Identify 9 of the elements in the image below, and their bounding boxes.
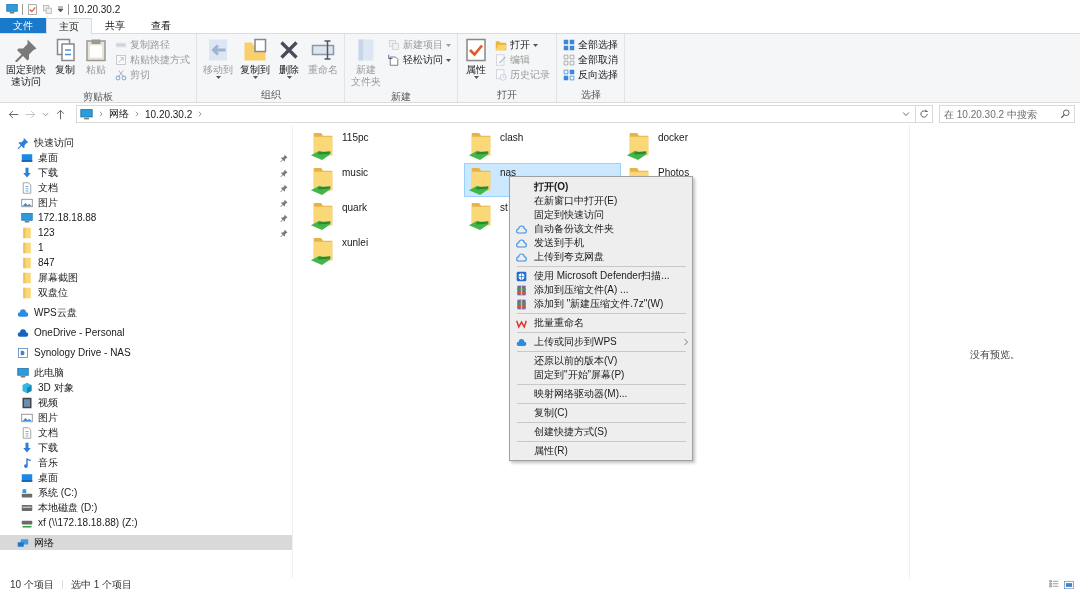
window-title: 10.20.30.2 — [73, 3, 121, 15]
group-label: 组织 — [259, 88, 282, 102]
preview-message: 没有预览。 — [970, 347, 1020, 362]
item-count: 10 个项目 — [10, 578, 54, 589]
group-label: 新建 — [390, 90, 412, 104]
selection-count: 选中 1 个项目 — [70, 578, 133, 589]
group-label: 剪贴板 — [82, 90, 114, 104]
group-label: 打开 — [496, 88, 518, 102]
group-label: 选择 — [579, 88, 602, 102]
